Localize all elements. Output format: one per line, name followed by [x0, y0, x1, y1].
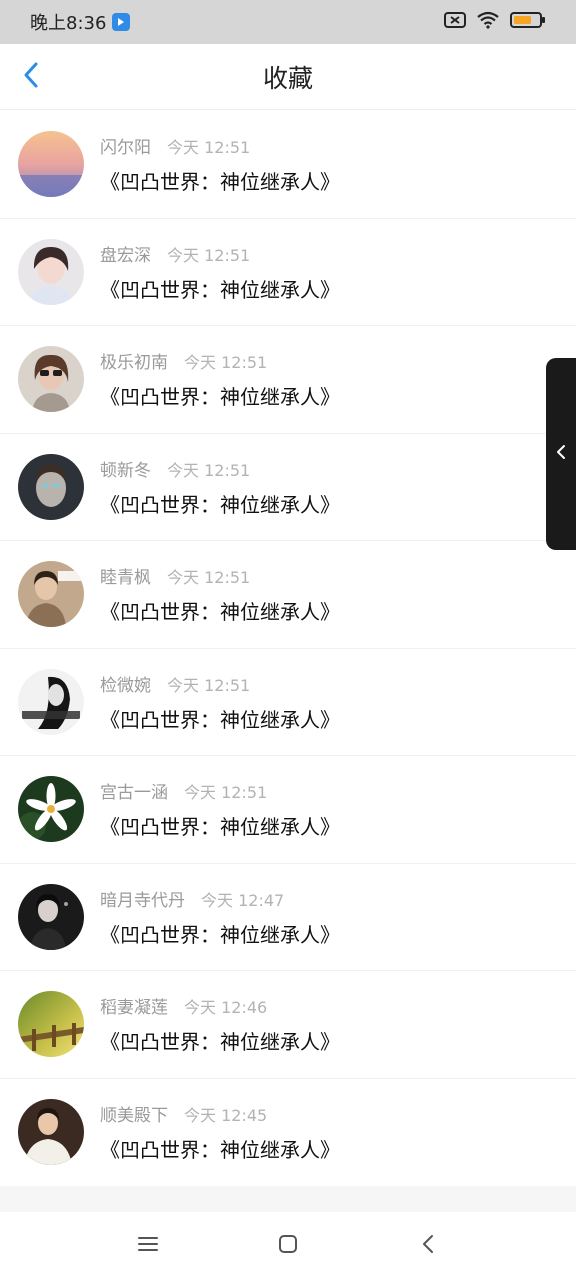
timestamp: 今天 12:51 — [184, 783, 268, 803]
list-item[interactable]: 盘宏深 今天 12:51 《凹凸世界：神位继承人》 — [0, 217, 576, 326]
home-square-icon — [278, 1234, 298, 1258]
menu-icon — [138, 1236, 158, 1256]
username: 极乐初南 — [100, 353, 168, 374]
menu-button[interactable] — [128, 1226, 168, 1266]
item-title: 《凹凸世界：神位继承人》 — [100, 1030, 340, 1055]
item-title: 《凹凸世界：神位继承人》 — [100, 385, 340, 410]
item-title: 《凹凸世界：神位继承人》 — [100, 277, 340, 302]
username: 盘宏深 — [100, 245, 151, 266]
timestamp: 今天 12:51 — [184, 353, 268, 373]
item-title: 《凹凸世界：神位继承人》 — [100, 492, 340, 517]
item-text: 极乐初南 今天 12:51 《凹凸世界：神位继承人》 — [100, 348, 340, 410]
status-time: 晚上8:36 — [30, 13, 107, 34]
avatar — [18, 561, 84, 628]
item-title: 《凹凸世界：神位继承人》 — [100, 707, 340, 732]
item-title: 《凹凸世界：神位继承人》 — [100, 1137, 340, 1162]
avatar — [18, 238, 84, 305]
item-text: 顿新冬 今天 12:51 《凹凸世界：神位继承人》 — [100, 456, 340, 518]
item-text: 睦青枫 今天 12:51 《凹凸世界：神位继承人》 — [100, 563, 340, 625]
timestamp: 今天 12:51 — [167, 245, 251, 265]
meta-line: 宫古一涵 今天 12:51 — [100, 778, 340, 803]
header: 收藏 — [0, 44, 576, 110]
sim-off-icon — [444, 11, 466, 33]
username: 顿新冬 — [100, 460, 151, 481]
meta-line: 顿新冬 今天 12:51 — [100, 456, 340, 481]
timestamp: 今天 12:46 — [184, 998, 268, 1018]
avatar — [18, 776, 84, 843]
item-text: 宫古一涵 今天 12:51 《凹凸世界：神位继承人》 — [100, 778, 340, 840]
timestamp: 今天 12:51 — [167, 568, 251, 588]
item-text: 检微婉 今天 12:51 《凹凸世界：神位继承人》 — [100, 671, 340, 733]
list-item[interactable]: 顿新冬 今天 12:51 《凹凸世界：神位继承人》 — [0, 432, 576, 541]
side-drawer-handle[interactable] — [546, 358, 576, 550]
status-left: 晚上8:36 — [30, 9, 131, 35]
avatar — [18, 453, 84, 520]
list-item[interactable]: 顺美殿下 今天 12:45 《凹凸世界：神位继承人》 — [0, 1077, 576, 1186]
item-text: 暗月寺代丹 今天 12:47 《凹凸世界：神位继承人》 — [100, 886, 340, 948]
list-item[interactable]: 睦青枫 今天 12:51 《凹凸世界：神位继承人》 — [0, 540, 576, 648]
avatar — [18, 346, 84, 413]
meta-line: 闪尔阳 今天 12:51 — [100, 133, 340, 158]
meta-line: 检微婉 今天 12:51 — [100, 671, 340, 696]
wifi-icon — [476, 11, 500, 33]
username: 睦青枫 — [100, 568, 151, 589]
list-item[interactable]: 检微婉 今天 12:51 《凹凸世界：神位继承人》 — [0, 647, 576, 756]
avatar — [18, 130, 84, 197]
username: 稻妻凝莲 — [100, 998, 168, 1019]
list-item[interactable]: 宫古一涵 今天 12:51 《凹凸世界：神位继承人》 — [0, 755, 576, 863]
back-nav-button[interactable] — [408, 1226, 448, 1266]
home-button[interactable] — [268, 1226, 308, 1266]
meta-line: 极乐初南 今天 12:51 — [100, 348, 340, 373]
username: 宫古一涵 — [100, 783, 168, 804]
status-bar: 晚上8:36 — [0, 0, 576, 44]
username: 顺美殿下 — [100, 1105, 168, 1126]
meta-line: 稻妻凝莲 今天 12:46 — [100, 993, 340, 1018]
status-right — [444, 11, 546, 33]
back-button[interactable] — [16, 57, 46, 97]
meta-line: 顺美殿下 今天 12:45 — [100, 1101, 340, 1126]
list-item[interactable]: 闪尔阳 今天 12:51 《凹凸世界：神位继承人》 — [0, 110, 576, 218]
meta-line: 暗月寺代丹 今天 12:47 — [100, 886, 340, 911]
timestamp: 今天 12:47 — [201, 890, 285, 910]
avatar — [18, 668, 84, 735]
timestamp: 今天 12:45 — [184, 1105, 268, 1125]
chevron-left-icon — [22, 61, 40, 93]
item-title: 《凹凸世界：神位继承人》 — [100, 169, 340, 194]
chevron-left-icon — [555, 443, 567, 465]
meta-line: 盘宏深 今天 12:51 — [100, 241, 340, 266]
item-title: 《凹凸世界：神位继承人》 — [100, 922, 340, 947]
screen: 晚上8:36 收藏 闪尔阳 今天 12:51 《凹凸世界：神位继承人》 盘宏深 … — [0, 0, 576, 1280]
list-item[interactable]: 稻妻凝莲 今天 12:46 《凹凸世界：神位继承人》 — [0, 970, 576, 1078]
meta-line: 睦青枫 今天 12:51 — [100, 563, 340, 588]
username: 检微婉 — [100, 675, 151, 696]
timestamp: 今天 12:51 — [167, 675, 251, 695]
battery-icon — [510, 11, 546, 33]
timestamp: 今天 12:51 — [167, 460, 251, 480]
item-text: 稻妻凝莲 今天 12:46 《凹凸世界：神位继承人》 — [100, 993, 340, 1055]
item-title: 《凹凸世界：神位继承人》 — [100, 815, 340, 840]
back-chevron-icon — [421, 1234, 435, 1258]
notification-app-icon — [112, 13, 131, 31]
list-item[interactable]: 暗月寺代丹 今天 12:47 《凹凸世界：神位继承人》 — [0, 862, 576, 971]
page-title: 收藏 — [262, 63, 313, 93]
avatar — [18, 991, 84, 1058]
avatar — [18, 1098, 84, 1165]
item-text: 闪尔阳 今天 12:51 《凹凸世界：神位继承人》 — [100, 133, 340, 195]
timestamp: 今天 12:51 — [167, 137, 251, 157]
favorites-list: 闪尔阳 今天 12:51 《凹凸世界：神位继承人》 盘宏深 今天 12:51 《… — [0, 110, 576, 1185]
username: 暗月寺代丹 — [100, 890, 185, 911]
avatar — [18, 883, 84, 950]
system-nav-bar — [0, 1212, 576, 1280]
list-item[interactable]: 极乐初南 今天 12:51 《凹凸世界：神位继承人》 — [0, 325, 576, 433]
item-text: 顺美殿下 今天 12:45 《凹凸世界：神位继承人》 — [100, 1101, 340, 1163]
username: 闪尔阳 — [100, 137, 151, 158]
item-text: 盘宏深 今天 12:51 《凹凸世界：神位继承人》 — [100, 241, 340, 303]
item-title: 《凹凸世界：神位继承人》 — [100, 600, 340, 625]
list-footer-gap — [0, 1186, 576, 1212]
